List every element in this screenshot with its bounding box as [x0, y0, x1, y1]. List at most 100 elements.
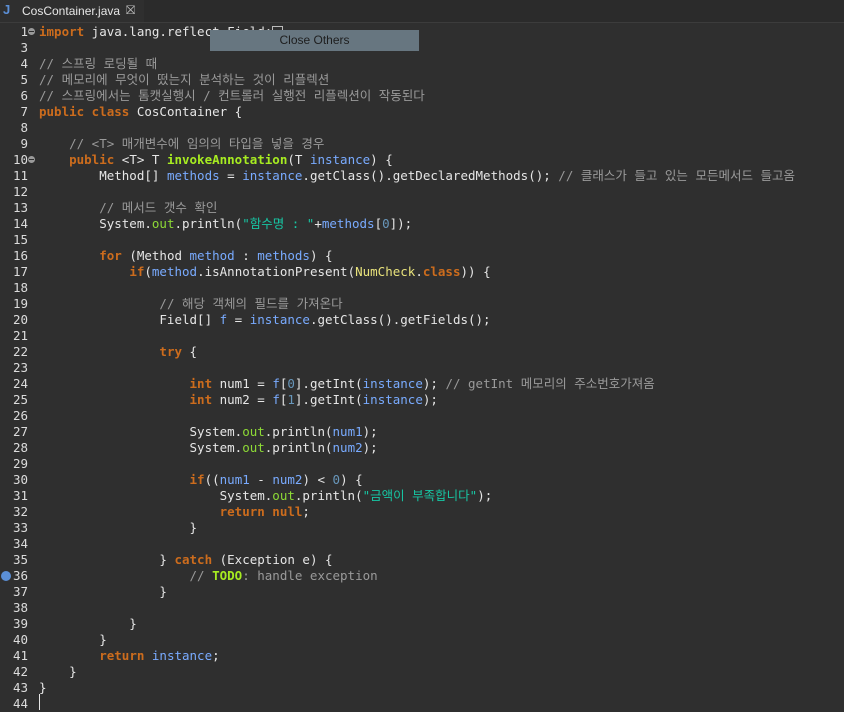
- code-line[interactable]: 4 // 스프링 로딩될 때: [0, 56, 844, 72]
- line-number: 39: [12, 616, 28, 631]
- line-number: 19: [12, 296, 28, 311]
- line-number: 40: [12, 632, 28, 647]
- code-line[interactable]: 28 System.out.println(num2);: [0, 440, 844, 456]
- code-line[interactable]: 16 for (Method method : methods) {: [0, 248, 844, 264]
- line-number: 17: [12, 264, 28, 279]
- line-number: 30: [12, 472, 28, 487]
- code-line[interactable]: 11 Method[] methods = instance.getClass(…: [0, 168, 844, 184]
- code-line[interactable]: 23: [0, 360, 844, 376]
- line-number: 9: [20, 136, 28, 151]
- code-line[interactable]: 40 }: [0, 632, 844, 648]
- line-number: 35: [12, 552, 28, 567]
- code-line[interactable]: 17 if(method.isAnnotationPresent(NumChec…: [0, 264, 844, 280]
- code-text: // 스프링 로딩될 때: [39, 56, 158, 71]
- code-line[interactable]: 37 }: [0, 584, 844, 600]
- java-file-icon: J: [3, 2, 11, 17]
- code-text: // TODO: handle exception: [189, 568, 378, 583]
- code-line[interactable]: 44: [0, 696, 844, 712]
- code-text: }: [39, 520, 198, 535]
- tab-title: CosContainer.java: [22, 4, 121, 18]
- line-number: 15: [12, 232, 28, 247]
- editor-tab-bar: J CosContainer.java ⛝: [0, 0, 844, 23]
- code-text: if(method.isAnnotationPresent(NumCheck.c…: [129, 264, 491, 279]
- line-number: 8: [20, 120, 28, 135]
- code-line[interactable]: 20 Field[] f = instance.getClass().getFi…: [0, 312, 844, 328]
- code-text: try {: [159, 344, 198, 359]
- task-marker-icon[interactable]: [1, 571, 11, 581]
- code-text: System.out.println("함수명 : "+methods[0]);: [39, 216, 413, 231]
- code-line[interactable]: 39 }: [0, 616, 844, 632]
- line-number: 21: [12, 328, 28, 343]
- close-icon[interactable]: ⛝: [126, 3, 135, 18]
- code-line[interactable]: 34: [0, 536, 844, 552]
- code-line[interactable]: 42 }: [0, 664, 844, 680]
- line-number: 20: [12, 312, 28, 327]
- code-line[interactable]: 14 System.out.println("함수명 : "+methods[0…: [0, 216, 844, 232]
- code-line[interactable]: 3: [0, 40, 844, 56]
- code-line[interactable]: 26: [0, 408, 844, 424]
- code-line[interactable]: 5 // 메모리에 무엇이 떴는지 분석하는 것이 리플렉션: [0, 72, 844, 88]
- line-number: 37: [12, 584, 28, 599]
- code-line[interactable]: 38: [0, 600, 844, 616]
- line-number: 14: [12, 216, 28, 231]
- line-number: 29: [12, 456, 28, 471]
- line-number: 26: [12, 408, 28, 423]
- code-text: if((num1 - num2) < 0) {: [189, 472, 363, 487]
- line-number: 23: [12, 360, 28, 375]
- tab-cos-container[interactable]: J CosContainer.java ⛝: [0, 0, 144, 22]
- code-line[interactable]: 43}: [0, 680, 844, 696]
- line-number: 11: [12, 168, 28, 183]
- line-number: 33: [12, 520, 28, 535]
- code-text: System.out.println("금액이 부족합니다");: [39, 488, 493, 503]
- code-line[interactable]: 7 public class CosContainer {: [0, 104, 844, 120]
- line-number: 31: [12, 488, 28, 503]
- code-line[interactable]: 35 } catch (Exception e) {: [0, 552, 844, 568]
- code-line[interactable]: 1 import java.lang.reflect.Field;: [0, 24, 844, 40]
- code-line[interactable]: 25 int num2 = f[1].getInt(instance);: [0, 392, 844, 408]
- code-line[interactable]: 21: [0, 328, 844, 344]
- code-text: int num1 = f[0].getInt(instance); // get…: [189, 376, 655, 391]
- fold-collapse-icon[interactable]: [28, 156, 35, 163]
- code-text: return null;: [219, 504, 310, 519]
- code-text: public class CosContainer {: [39, 104, 243, 119]
- code-line[interactable]: 6 // 스프링에서는 톰캣실행시 / 컨트롤러 실행전 리플렉션이 작동된다: [0, 88, 844, 104]
- code-line[interactable]: 31 System.out.println("금액이 부족합니다");: [0, 488, 844, 504]
- code-line[interactable]: 41 return instance;: [0, 648, 844, 664]
- code-line[interactable]: 10 public <T> T invokeAnnotation(T insta…: [0, 152, 844, 168]
- code-text: int num2 = f[1].getInt(instance);: [189, 392, 438, 407]
- line-number: 13: [12, 200, 28, 215]
- line-number: 1: [20, 24, 28, 39]
- code-line[interactable]: 13 // 메서드 갯수 확인: [0, 200, 844, 216]
- code-line[interactable]: 22 try {: [0, 344, 844, 360]
- code-editor[interactable]: 1 import java.lang.reflect.Field; 3 4// 스프링…: [0, 23, 844, 711]
- code-line[interactable]: 33 }: [0, 520, 844, 536]
- line-number: 7: [20, 104, 28, 119]
- code-line[interactable]: 15: [0, 232, 844, 248]
- code-line[interactable]: 18: [0, 280, 844, 296]
- code-line[interactable]: 27 System.out.println(num1);: [0, 424, 844, 440]
- code-text: // <T> 매개변수에 임의의 타입을 넣을 경우: [69, 136, 325, 151]
- code-line[interactable]: 12: [0, 184, 844, 200]
- code-line[interactable]: 9 // <T> 매개변수에 임의의 타입을 넣을 경우: [0, 136, 844, 152]
- fold-collapse-icon[interactable]: [28, 28, 35, 35]
- line-number: 24: [12, 376, 28, 391]
- code-line[interactable]: 29: [0, 456, 844, 472]
- line-number: 6: [20, 88, 28, 103]
- code-line[interactable]: 19 // 해당 객체의 필드를 가져온다: [0, 296, 844, 312]
- code-line[interactable]: 32 return null;: [0, 504, 844, 520]
- code-text: // 스프링에서는 톰캣실행시 / 컨트롤러 실행전 리플렉션이 작동된다: [39, 88, 425, 103]
- code-text: Method[] methods = instance.getClass().g…: [39, 168, 795, 183]
- text-caret: [39, 694, 40, 710]
- code-text: public <T> T invokeAnnotation(T instance…: [69, 152, 393, 167]
- code-line[interactable]: 30 if((num1 - num2) < 0) {: [0, 472, 844, 488]
- code-line[interactable]: 36 // TODO: handle exception: [0, 568, 844, 584]
- line-number: 32: [12, 504, 28, 519]
- close-others-tooltip[interactable]: Close Others: [210, 30, 419, 51]
- line-number: 42: [12, 664, 28, 679]
- code-text: // 메모리에 무엇이 떴는지 분석하는 것이 리플렉션: [39, 72, 330, 87]
- line-number: 10: [12, 152, 28, 167]
- code-line[interactable]: 24 int num1 = f[0].getInt(instance); // …: [0, 376, 844, 392]
- line-number: 44: [12, 696, 28, 711]
- code-line[interactable]: 8: [0, 120, 844, 136]
- code-text: System.out.println(num2);: [39, 440, 378, 455]
